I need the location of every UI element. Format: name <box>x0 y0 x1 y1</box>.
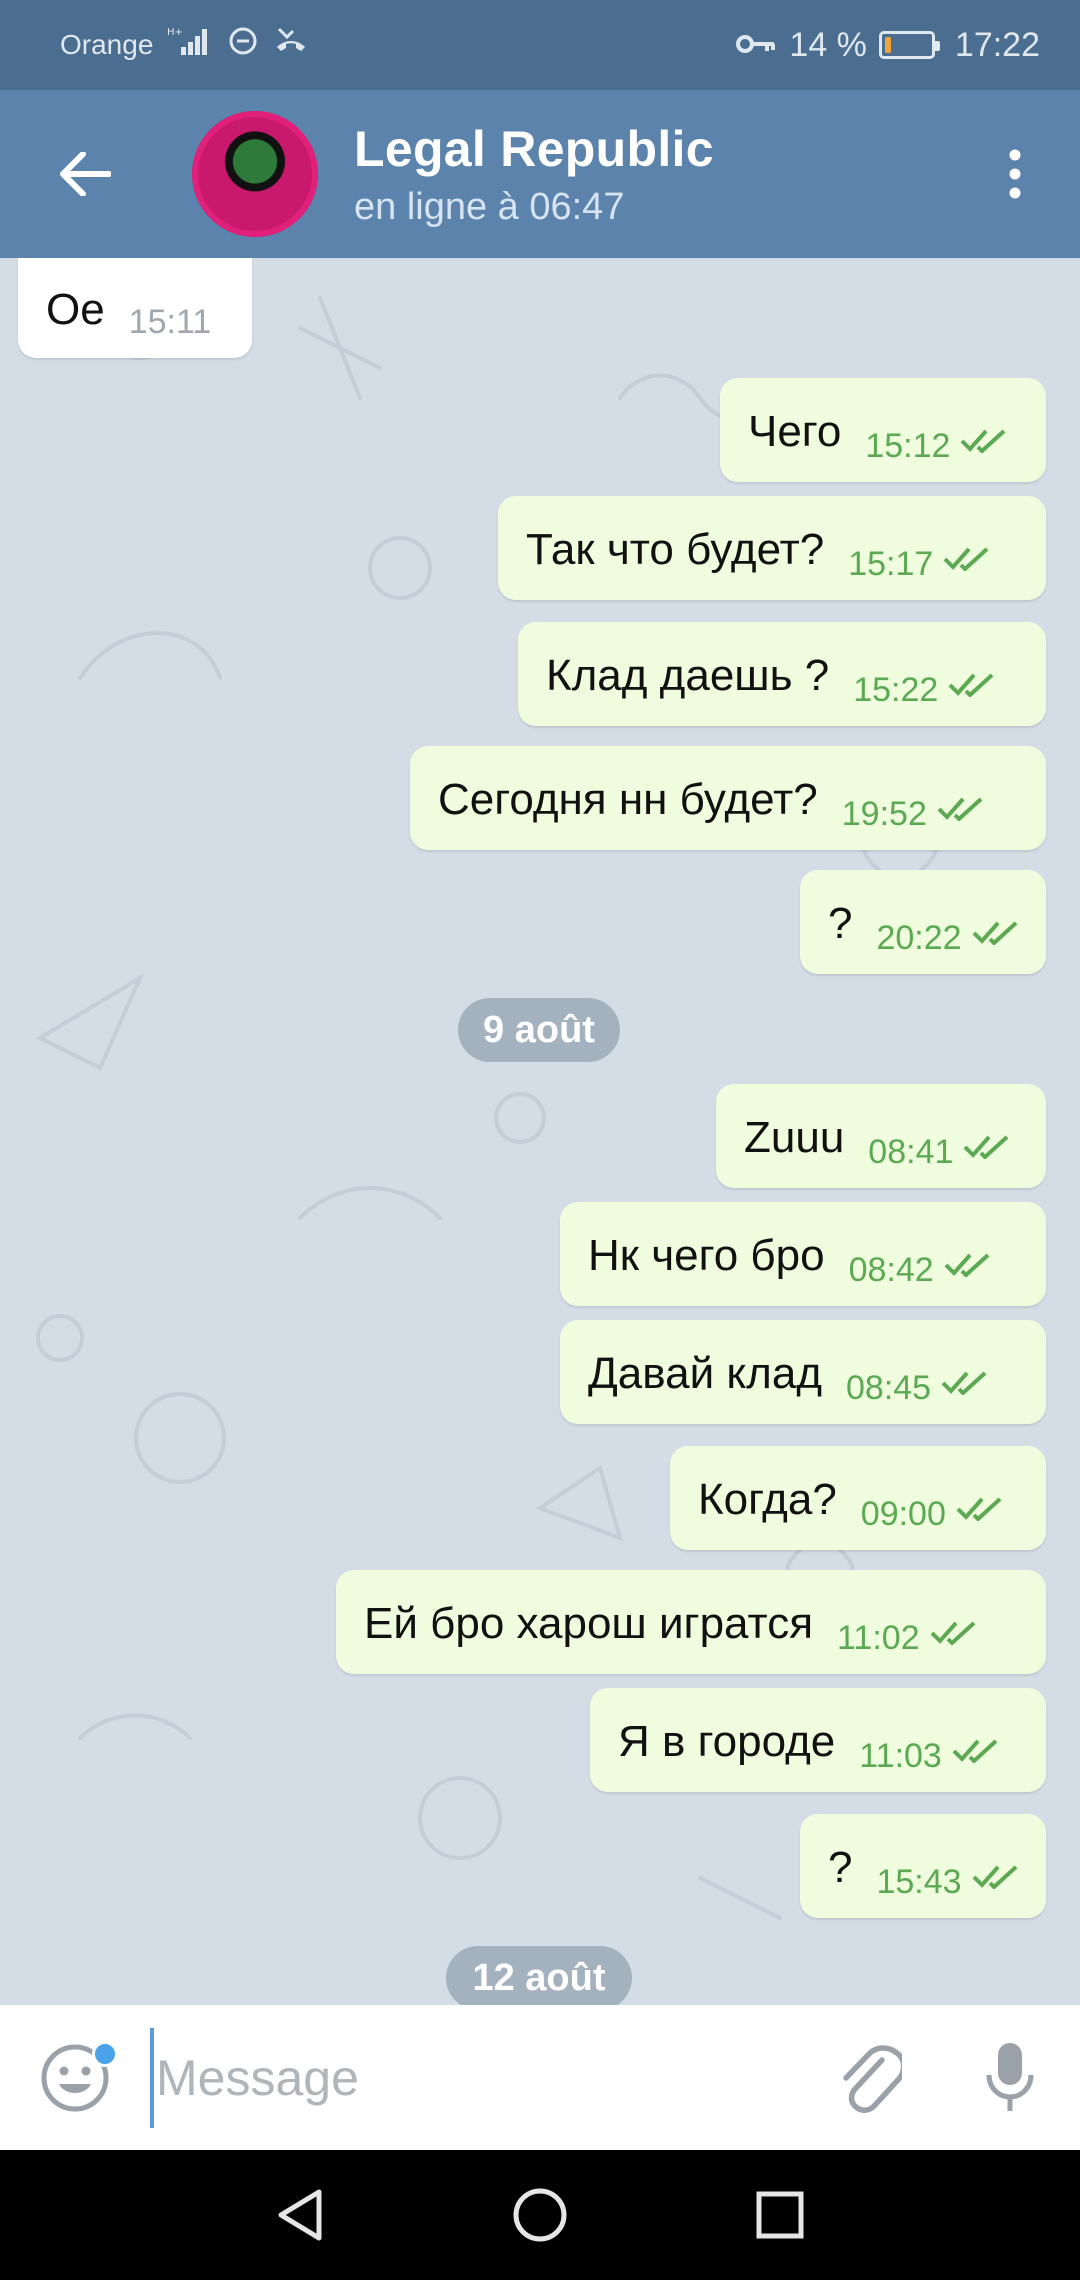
message-time: 11:03 <box>859 1737 942 1775</box>
nav-back-icon <box>278 2189 322 2241</box>
message-text: Чего <box>748 407 842 456</box>
message-bubble[interactable]: Сегодня нн будет? 19:52 <box>410 746 1046 850</box>
message-time: 15:11 <box>128 303 212 341</box>
voice-record-button[interactable] <box>940 2005 1080 2150</box>
double-check-icon <box>972 906 1020 974</box>
attach-icon <box>843 2044 902 2113</box>
carrier-label: Orange <box>60 29 154 60</box>
message-time: 20:22 <box>876 919 962 957</box>
message-text: Нк чего бро <box>588 1231 825 1280</box>
message-text: Zuuu <box>744 1113 845 1162</box>
message-bubble[interactable]: Так что будет? 15:17 <box>498 496 1046 600</box>
more-options-button[interactable] <box>950 90 1080 258</box>
svg-text:H+: H+ <box>167 27 183 38</box>
message-text: Ей бро харош игратся <box>364 1599 814 1648</box>
message-text: ? <box>828 899 853 948</box>
message-time: 15:43 <box>876 1863 962 1901</box>
nav-back-button[interactable] <box>260 2175 340 2255</box>
message-text: Клад даешь ? <box>546 651 830 700</box>
message-text: Давай клад <box>588 1349 822 1398</box>
chat-title-area[interactable]: Legal Republic en ligne à 06:47 <box>354 120 950 229</box>
message-bubble[interactable]: Когда? 09:00 <box>670 1446 1046 1550</box>
message-bubble[interactable]: Нк чего бро 08:42 <box>560 1202 1046 1306</box>
more-vertical-icon <box>1009 149 1021 199</box>
emoji-button[interactable] <box>0 2005 150 2150</box>
nav-home-icon <box>513 2188 567 2242</box>
double-check-icon <box>944 1238 992 1306</box>
double-check-icon <box>963 1120 1011 1188</box>
avatar[interactable] <box>192 111 318 237</box>
message-list[interactable]: Oe 15:11 Чего 15:12 Так что будет? 15:17… <box>0 258 1080 2005</box>
missed-call-icon <box>273 25 309 66</box>
contact-name: Legal Republic <box>354 120 714 177</box>
message-time: 19:52 <box>841 795 927 833</box>
back-button[interactable] <box>0 90 170 258</box>
emoji-notification-dot <box>92 2041 118 2067</box>
message-text: Я в городе <box>618 1717 836 1766</box>
chat-header: Legal Republic en ligne à 06:47 <box>0 90 1080 258</box>
message-bubble[interactable]: Ей бро харош игратся 11:02 <box>336 1570 1046 1674</box>
double-check-icon <box>937 782 985 850</box>
message-bubble[interactable]: Oe 15:11 <box>18 258 252 358</box>
message-text: ? <box>828 1843 853 1892</box>
date-separator: 12 août <box>446 1946 632 2005</box>
message-time: 15:12 <box>865 427 951 465</box>
double-check-icon <box>956 1482 1004 1550</box>
double-check-icon <box>941 1356 989 1424</box>
message-input[interactable] <box>150 2027 800 2128</box>
nav-home-button[interactable] <box>500 2175 580 2255</box>
message-time: 11:02 <box>837 1619 920 1657</box>
back-arrow-icon <box>60 152 111 196</box>
data-saver-icon <box>227 25 259 66</box>
message-time: 15:17 <box>848 545 934 583</box>
message-text: Когда? <box>698 1475 837 1524</box>
message-time: 08:45 <box>846 1369 932 1407</box>
date-separator: 9 août <box>458 998 620 1062</box>
double-check-icon <box>952 1724 1000 1792</box>
nav-recents-icon <box>756 2191 804 2239</box>
message-bubble[interactable]: Давай клад 08:45 <box>560 1320 1046 1424</box>
message-text: Сегодня нн будет? <box>438 775 818 824</box>
message-bubble[interactable]: Zuuu 08:41 <box>716 1084 1046 1188</box>
message-text: Так что будет? <box>526 525 825 574</box>
signal-icon: H+ <box>167 25 213 66</box>
battery-icon <box>878 31 940 59</box>
message-time: 15:22 <box>853 671 939 709</box>
contact-status: en ligne à 06:47 <box>354 185 625 228</box>
message-bubble[interactable]: ? 20:22 <box>800 870 1046 974</box>
double-check-icon <box>972 1850 1020 1918</box>
message-time: 08:41 <box>868 1133 954 1171</box>
double-check-icon <box>930 1606 978 1674</box>
battery-percent: 14 % <box>789 25 867 64</box>
clock: 17:22 <box>954 25 1040 64</box>
message-time: 08:42 <box>848 1251 934 1289</box>
message-bubble[interactable]: Клад даешь ? 15:22 <box>518 622 1046 726</box>
microphone-icon <box>986 2042 1034 2111</box>
system-navigation-bar <box>0 2150 1080 2280</box>
key-icon <box>735 26 777 65</box>
message-bubble[interactable]: ? 15:43 <box>800 1814 1046 1918</box>
message-time: 09:00 <box>860 1495 946 1533</box>
message-text: Oe <box>46 285 105 334</box>
message-bubble[interactable]: Чего 15:12 <box>720 378 1046 482</box>
nav-recents-button[interactable] <box>740 2175 820 2255</box>
double-check-icon <box>943 532 991 600</box>
message-composer <box>0 2005 1080 2150</box>
message-bubble[interactable]: Я в городе 11:03 <box>590 1688 1046 1792</box>
double-check-icon <box>948 658 996 726</box>
status-bar: Orange H+ 14 % 17:22 <box>0 0 1080 90</box>
double-check-icon <box>960 414 1008 482</box>
attach-button[interactable] <box>800 2005 940 2150</box>
